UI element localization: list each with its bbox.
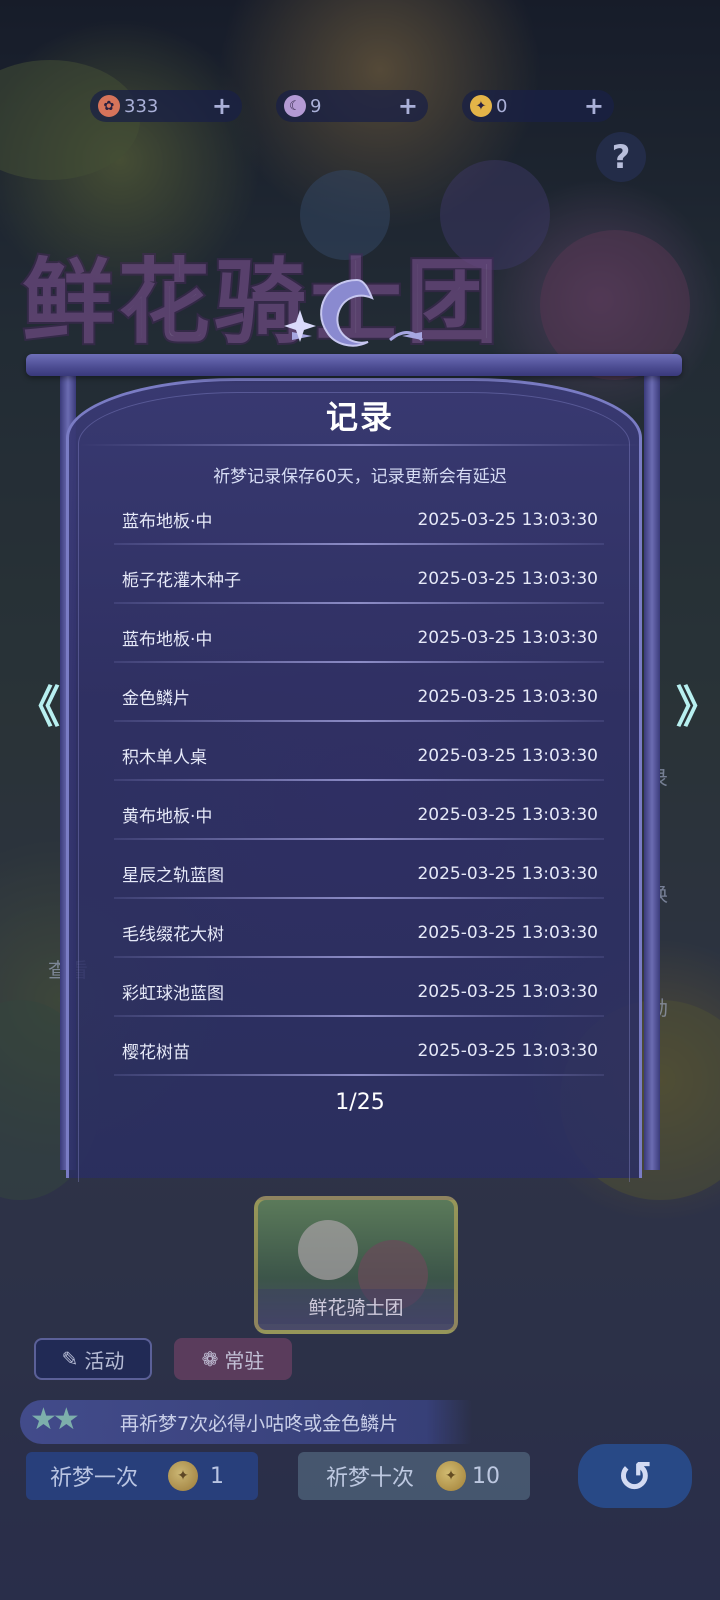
record-row: 蓝布地板·中 2025-03-25 13:03:30: [112, 608, 606, 667]
pool-card-art: [298, 1220, 358, 1280]
frame-pillar-right: [644, 370, 660, 1170]
pray-ten-button[interactable]: 祈梦十次 ✦ 10: [298, 1452, 530, 1500]
record-row: 金色鳞片 2025-03-25 13:03:30: [112, 667, 606, 726]
record-row: 栀子花灌木种子 2025-03-25 13:03:30: [112, 549, 606, 608]
record-item-name: 彩虹球池蓝图: [122, 984, 224, 1004]
next-page-arrow-icon[interactable]: 》: [676, 686, 720, 732]
pray-once-label: 祈梦一次: [50, 1466, 139, 1491]
record-row: 黄布地板·中 2025-03-25 13:03:30: [112, 785, 606, 844]
record-row: 彩虹球池蓝图 2025-03-25 13:03:30: [112, 962, 606, 1021]
record-item-name: 金色鳞片: [122, 689, 190, 709]
pray-ten-cost: 10: [472, 1463, 501, 1489]
pity-banner-text: 再祈梦7次必得小咕咚或金色鳞片: [120, 1412, 399, 1435]
gold-scale-icon: ✦: [436, 1461, 467, 1491]
record-notice: 祈梦记录保存60天，记录更新会有延迟: [213, 467, 507, 487]
record-row: 樱花树苗 2025-03-25 13:03:30: [112, 1021, 606, 1080]
record-row: 积木单人桌 2025-03-25 13:03:30: [112, 726, 606, 785]
add-currency-button[interactable]: +: [584, 92, 604, 120]
pray-ten-label: 祈梦十次: [326, 1466, 415, 1491]
add-currency-button[interactable]: +: [398, 92, 418, 120]
record-item-name: 星辰之轨蓝图: [122, 866, 224, 886]
currency-flower[interactable]: ✿ 333 +: [90, 90, 242, 122]
record-item-name: 樱花树苗: [122, 1043, 190, 1063]
record-time: 2025-03-25 13:03:30: [417, 568, 598, 589]
star-icon: ★★: [30, 1402, 80, 1437]
record-time: 2025-03-25 13:03:30: [417, 922, 598, 943]
currency-value: 9: [310, 95, 322, 117]
record-list: 蓝布地板·中 2025-03-25 13:03:30 栀子花灌木种子 2025-03…: [112, 490, 606, 1080]
gold-scale-icon: ✦: [470, 95, 492, 117]
record-row: 星辰之轨蓝图 2025-03-25 13:03:30: [112, 844, 606, 903]
record-item-name: 毛线缀花大树: [122, 925, 224, 945]
page-indicator: 1/25: [335, 1090, 385, 1115]
title-divider: [80, 444, 640, 446]
record-time: 2025-03-25 13:03:30: [417, 1040, 598, 1061]
moon-crest-icon: [284, 278, 424, 347]
moon-icon: ☾: [284, 95, 306, 117]
record-time: 2025-03-25 13:03:30: [417, 863, 598, 884]
add-currency-button[interactable]: +: [212, 92, 232, 120]
permanent-icon: ❁: [201, 1347, 219, 1371]
pity-banner: 再祈梦7次必得小咕咚或金色鳞片: [20, 1400, 472, 1444]
record-time: 2025-03-25 13:03:30: [417, 627, 598, 648]
tab-label: 活动: [84, 1348, 125, 1373]
record-time: 2025-03-25 13:03:30: [417, 981, 598, 1002]
currency-gold[interactable]: ✦ 0 +: [462, 90, 614, 122]
dialog-title: 记录: [325, 398, 394, 436]
tab-label: 常驻: [224, 1348, 265, 1373]
currency-value: 0: [496, 95, 508, 117]
gold-scale-icon: ✦: [168, 1461, 199, 1491]
record-item-name: 蓝布地板·中: [122, 512, 213, 532]
record-time: 2025-03-25 13:03:30: [417, 745, 598, 766]
record-item-name: 蓝布地板·中: [122, 630, 213, 650]
help-button[interactable]: ?: [596, 132, 646, 182]
activity-icon: ✎: [61, 1347, 79, 1371]
flower-coin-icon: ✿: [98, 95, 120, 117]
pool-card-label: 鲜花骑士团: [258, 1289, 454, 1324]
record-time: 2025-03-25 13:03:30: [417, 686, 598, 707]
record-row: 毛线缀花大树 2025-03-25 13:03:30: [112, 903, 606, 962]
pray-once-cost: 1: [210, 1463, 225, 1489]
record-item-name: 栀子花灌木种子: [122, 571, 241, 591]
pray-once-button[interactable]: 祈梦一次 ✦ 1: [26, 1452, 258, 1500]
currency-value: 333: [124, 95, 159, 117]
record-item-name: 积木单人桌: [122, 748, 207, 768]
record-item-name: 黄布地板·中: [122, 807, 213, 827]
back-button[interactable]: ↺: [578, 1444, 692, 1508]
pool-card[interactable]: 鲜花骑士团: [254, 1196, 458, 1334]
record-row: 蓝布地板·中 2025-03-25 13:03:30: [112, 490, 606, 549]
prev-page-arrow-icon[interactable]: 《: [16, 686, 60, 732]
record-time: 2025-03-25 13:03:30: [417, 509, 598, 530]
tab-permanent[interactable]: ❁ 常驻: [174, 1338, 292, 1380]
currency-moon[interactable]: ☾ 9 +: [276, 90, 428, 122]
record-time: 2025-03-25 13:03:30: [417, 804, 598, 825]
tab-activity[interactable]: ✎ 活动: [34, 1338, 152, 1380]
